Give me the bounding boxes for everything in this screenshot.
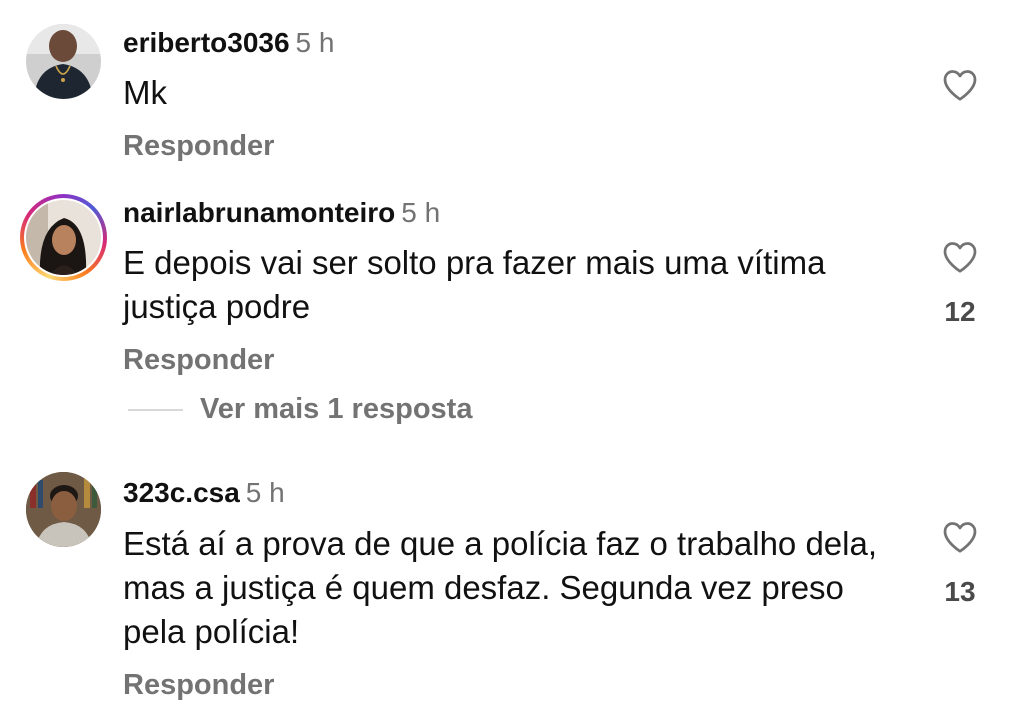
avatar-image: [26, 472, 101, 547]
timestamp: 5 h: [245, 477, 285, 508]
comment-text: Está aí a prova de que a polícia faz o t…: [123, 525, 878, 650]
reply-button[interactable]: Responder: [123, 668, 274, 702]
heart-outline-icon: [943, 522, 977, 553]
avatar[interactable]: [26, 472, 101, 547]
username[interactable]: 323c.csa: [123, 477, 240, 508]
like-button[interactable]: [940, 520, 980, 554]
comment-meta: 323c.csa 5 h: [123, 477, 285, 509]
like-count: 13: [944, 576, 976, 607]
comment-item: 323c.csa 5 h Está aí a prova de que a pol…: [0, 0, 1024, 722]
